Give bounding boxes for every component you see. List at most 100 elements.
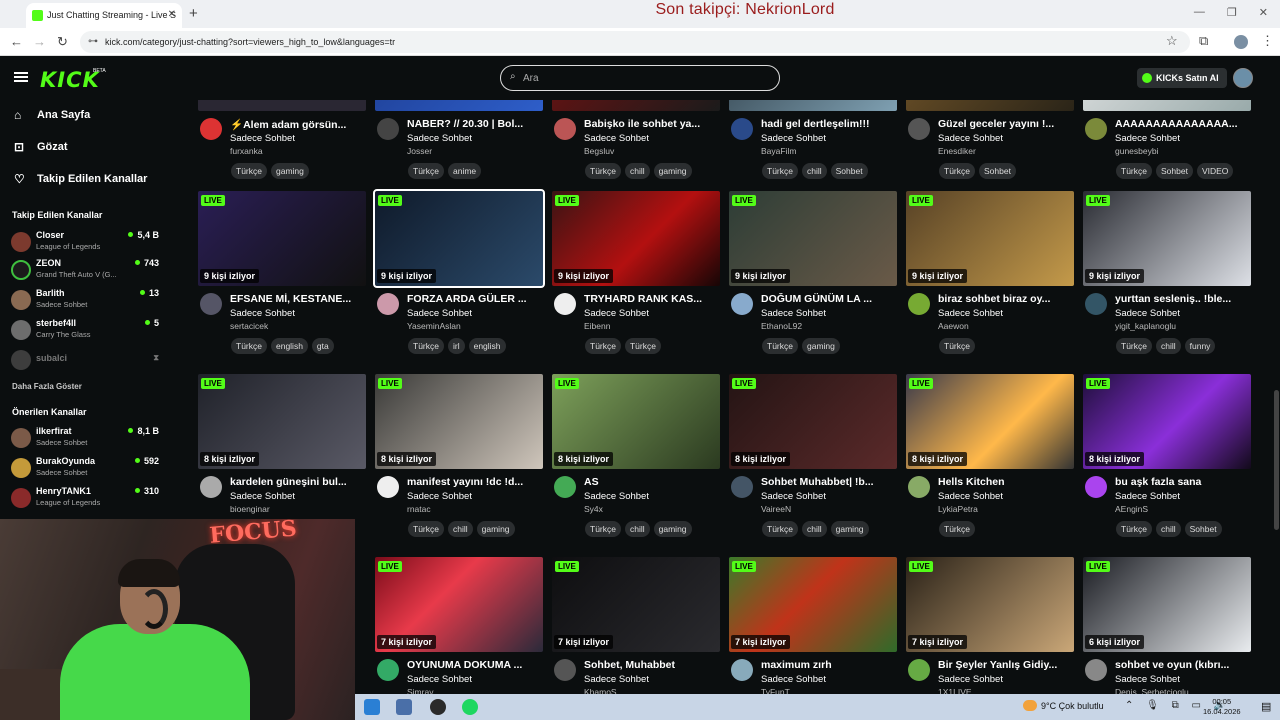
stream-thumbnail[interactable]: LIVE 8 kişi izliyor: [552, 374, 720, 469]
stream-card[interactable]: LIVE 9 kişi izliyor biraz sohbet biraz oy.…: [906, 191, 1074, 371]
streamer-name[interactable]: BayaFilm: [761, 146, 796, 156]
extensions-icon[interactable]: ⧉: [1199, 33, 1208, 49]
tag-chip[interactable]: Türkçe: [939, 163, 975, 179]
tag-chip[interactable]: Türkçe: [624, 338, 661, 354]
streamer-name[interactable]: YaseminAslan: [407, 321, 461, 331]
stream-card[interactable]: LIVE 9 kişi izliyor yurttan sesleniş.. !bl…: [1083, 191, 1251, 371]
stream-category[interactable]: Sadece Sohbet: [407, 491, 472, 502]
streamer-avatar[interactable]: [1085, 118, 1107, 140]
stream-title[interactable]: NABER? // 20.30 | Bol...: [407, 118, 541, 130]
stream-card[interactable]: LIVE 9 kişi izliyor DOĞUM GÜNÜM LA ... Sade…: [729, 191, 897, 371]
tag-chip[interactable]: Türkçe: [231, 163, 267, 179]
stream-title[interactable]: AS: [584, 476, 718, 488]
streamer-avatar[interactable]: [908, 118, 930, 140]
stream-thumbnail[interactable]: [906, 100, 1074, 111]
scrollbar[interactable]: [1273, 100, 1280, 694]
stream-category[interactable]: Sadece Sohbet: [230, 308, 295, 319]
stream-card[interactable]: LIVE 9 kişi izliyor TRYHARD RANK KAS... Sad…: [552, 191, 720, 371]
streamer-avatar[interactable]: [1085, 659, 1107, 681]
tag-chip[interactable]: VIDEO: [1196, 163, 1234, 179]
tag-chip[interactable]: english: [270, 338, 308, 354]
stream-card[interactable]: LIVE 7 kişi izliyor maximum zırh Sadece Soh…: [729, 557, 897, 696]
tag-chip[interactable]: gaming: [653, 163, 692, 179]
stream-thumbnail[interactable]: LIVE 7 kişi izliyor: [729, 557, 897, 652]
streamer-avatar[interactable]: [908, 659, 930, 681]
stream-title[interactable]: biraz sohbet biraz oy...: [938, 293, 1072, 305]
stream-thumbnail[interactable]: [552, 100, 720, 111]
user-avatar[interactable]: [1233, 68, 1253, 88]
stream-card[interactable]: LIVE 9 kişi izliyor FORZA ARDA GÜLER ... Sa…: [373, 189, 545, 371]
minimize-icon[interactable]: —: [1194, 6, 1205, 19]
stream-card[interactable]: Babişko ile sohbet ya... Sadece Sohbet Beg…: [552, 100, 720, 196]
stream-category[interactable]: Sadece Sohbet: [761, 674, 826, 685]
streamer-name[interactable]: furxanka: [230, 146, 263, 156]
stream-title[interactable]: DOĞUM GÜNÜM LA ...: [761, 293, 895, 305]
tag-chip[interactable]: Türkçe: [939, 521, 975, 537]
stream-category[interactable]: Sadece Sohbet: [230, 133, 295, 144]
tag-chip[interactable]: Türkçe: [585, 521, 621, 537]
stream-title[interactable]: Güzel geceler yayını !...: [938, 118, 1072, 130]
streamer-name[interactable]: EthanoL92: [761, 321, 802, 331]
streamer-avatar[interactable]: [554, 293, 576, 315]
stream-category[interactable]: Sadece Sohbet: [584, 133, 649, 144]
stream-card[interactable]: LIVE 9 kişi izliyor EFSANE Mİ, KESTANE... S…: [198, 191, 366, 371]
streamer-avatar[interactable]: [200, 476, 222, 498]
stream-title[interactable]: AAAAAAAAAAAAAAA...: [1115, 118, 1249, 130]
stream-category[interactable]: Sadece Sohbet: [938, 308, 1003, 319]
stream-category[interactable]: Sadece Sohbet: [1115, 674, 1180, 685]
stream-title[interactable]: Sohbet, Muhabbet: [584, 659, 718, 671]
streamer-name[interactable]: sertacicek: [230, 321, 268, 331]
forward-icon[interactable]: →: [33, 34, 46, 49]
stream-title[interactable]: Sohbet Muhabbet| !b...: [761, 476, 895, 488]
streamer-name[interactable]: Begsluv: [584, 146, 614, 156]
browser-menu-icon[interactable]: ⋮: [1261, 33, 1274, 49]
tag-chip[interactable]: Türkçe: [762, 163, 798, 179]
tag-chip[interactable]: funny: [1184, 338, 1216, 354]
stream-thumbnail[interactable]: LIVE 7 kişi izliyor: [552, 557, 720, 652]
stream-card[interactable]: AAAAAAAAAAAAAAA... Sadece Sohbet gunesbeyb…: [1083, 100, 1251, 196]
stream-title[interactable]: FORZA ARDA GÜLER ...: [407, 293, 541, 305]
streamer-avatar[interactable]: [377, 659, 399, 681]
stream-thumbnail[interactable]: LIVE 7 kişi izliyor: [375, 557, 543, 652]
tag-chip[interactable]: Türkçe: [762, 521, 798, 537]
stream-card[interactable]: LIVE 8 kişi izliyor AS Sadece Sohbet Sy4x Tür…: [552, 374, 720, 554]
tag-chip[interactable]: chill: [447, 521, 473, 537]
stream-thumbnail[interactable]: LIVE 8 kişi izliyor: [198, 374, 366, 469]
stream-category[interactable]: Sadece Sohbet: [1115, 133, 1180, 144]
notification-icon[interactable]: ▤: [1261, 700, 1271, 713]
tag-chip[interactable]: Türkçe: [231, 338, 267, 354]
scrollbar-thumb[interactable]: [1274, 390, 1279, 530]
stream-category[interactable]: Sadece Sohbet: [1115, 491, 1180, 502]
stream-thumbnail[interactable]: LIVE 9 kişi izliyor: [198, 191, 366, 286]
stream-thumbnail[interactable]: LIVE 7 kişi izliyor: [906, 557, 1074, 652]
hamburger-menu-icon[interactable]: [14, 72, 28, 82]
stream-category[interactable]: Sadece Sohbet: [761, 308, 826, 319]
kick-logo[interactable]: KICK: [40, 68, 100, 92]
streamer-name[interactable]: Aaewon: [938, 321, 969, 331]
tag-chip[interactable]: chill: [801, 163, 827, 179]
restore-icon[interactable]: ❐: [1227, 6, 1237, 19]
streamer-avatar[interactable]: [731, 659, 753, 681]
sidebar-channel-henrytank1[interactable]: HenryTANK1 League of Legends 310: [11, 486, 161, 510]
streamer-avatar[interactable]: [377, 118, 399, 140]
sidebar-channel-barlith[interactable]: Barlith Sadece Sohbet 13: [11, 288, 161, 312]
stream-category[interactable]: Sadece Sohbet: [584, 491, 649, 502]
streamer-avatar[interactable]: [200, 118, 222, 140]
streamer-avatar[interactable]: [377, 476, 399, 498]
stream-category[interactable]: Sadece Sohbet: [584, 674, 649, 685]
tag-chip[interactable]: Sohbet: [830, 163, 868, 179]
streamer-avatar[interactable]: [731, 476, 753, 498]
stream-card[interactable]: LIVE 7 kişi izliyor OYUNUMA DOKUMA ... Sade…: [375, 557, 543, 696]
tag-chip[interactable]: Türkçe: [939, 338, 975, 354]
streamer-avatar[interactable]: [1085, 476, 1107, 498]
tag-chip[interactable]: irl: [447, 338, 465, 354]
reload-icon[interactable]: ↻: [57, 34, 68, 50]
stream-card[interactable]: LIVE 8 kişi izliyor bu aşk fazla sana Sadec…: [1083, 374, 1251, 554]
tag-chip[interactable]: Türkçe: [1116, 163, 1152, 179]
stream-card[interactable]: LIVE 8 kişi izliyor Sohbet Muhabbet| !b...…: [729, 374, 897, 554]
tag-chip[interactable]: gaming: [801, 338, 840, 354]
tag-chip[interactable]: chill: [1155, 521, 1181, 537]
tag-chip[interactable]: Sohbet: [978, 163, 1016, 179]
tag-chip[interactable]: chill: [624, 163, 650, 179]
url-field[interactable]: ⊶ kick.com/category/just-chatting?sort=v…: [80, 31, 1190, 53]
